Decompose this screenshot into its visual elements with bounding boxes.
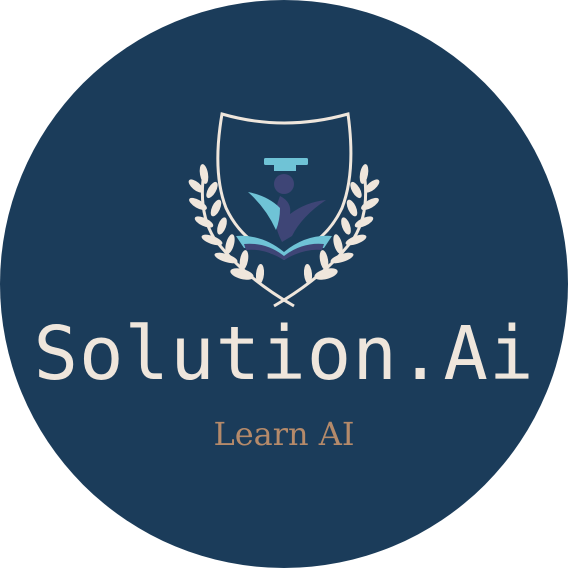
emblem-icon: [188, 112, 380, 308]
logo-canvas: Solution.Ai Learn AI: [0, 0, 568, 568]
logo-title: Solution.Ai: [33, 311, 535, 397]
logo-tagline: Learn AI: [213, 415, 355, 453]
graduate-icon: [248, 158, 326, 242]
